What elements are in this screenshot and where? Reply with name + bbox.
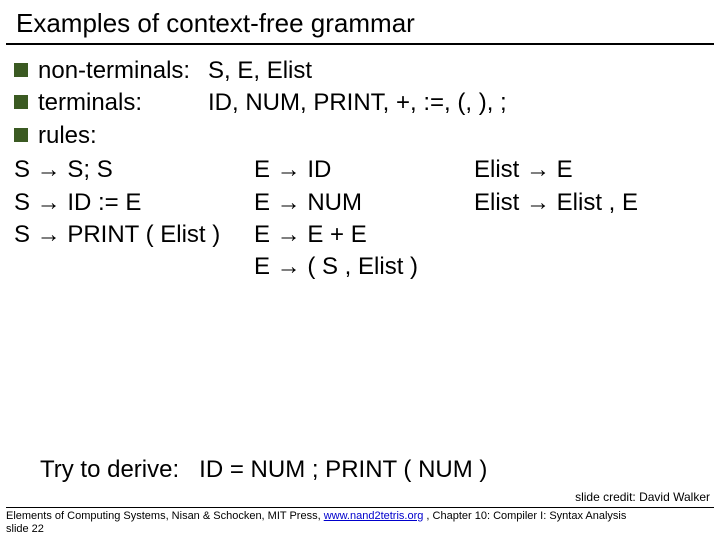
bullet-icon	[14, 63, 28, 77]
rule-line: S → PRINT ( Elist )	[14, 219, 254, 251]
terminals-label: terminals:	[38, 87, 208, 119]
rule-line: E → E + E	[254, 219, 474, 251]
slide-title: Examples of context-free grammar	[6, 0, 714, 45]
rules-col-s: S → S; S S → ID := E S → PRINT ( Elist )	[14, 154, 254, 284]
try-derive: Try to derive: ID = NUM ; PRINT ( NUM )	[40, 456, 487, 484]
bullet-rules: rules:	[14, 120, 706, 152]
footer-link[interactable]: www.nand2tetris.org	[324, 510, 424, 522]
bullet-nonterminals: non-terminals: S, E, Elist	[14, 55, 706, 87]
try-expression: ID = NUM ; PRINT ( NUM )	[199, 456, 487, 483]
bullet-icon	[14, 128, 28, 142]
footer-text-before: Elements of Computing Systems, Nisan & S…	[6, 510, 324, 522]
slide-body: non-terminals: S, E, Elist terminals: ID…	[0, 45, 720, 284]
slide: Examples of context-free grammar non-ter…	[0, 0, 720, 540]
rule-line: S → ID := E	[14, 187, 254, 219]
rule-line: Elist → E	[474, 154, 706, 186]
rule-line: E → ( S , Elist )	[254, 251, 474, 283]
rules-col-e: E → ID E → NUM E → E + E E → ( S , Elist…	[254, 154, 474, 284]
try-label: Try to derive:	[40, 456, 179, 483]
footer-text-after: , Chapter 10: Compiler I: Syntax Analysi…	[423, 510, 626, 522]
slide-credit: slide credit: David Walker	[575, 490, 710, 504]
rules-grid: S → S; S S → ID := E S → PRINT ( Elist )…	[14, 154, 706, 284]
rule-line: E → ID	[254, 154, 474, 186]
rule-line: S → S; S	[14, 154, 254, 186]
bullet-terminals: terminals: ID, NUM, PRINT, +, :=, (, ), …	[14, 87, 706, 119]
footer: Elements of Computing Systems, Nisan & S…	[6, 507, 714, 536]
slide-number: slide 22	[6, 523, 44, 535]
nonterminals-label: non-terminals:	[38, 55, 208, 87]
bullet-icon	[14, 95, 28, 109]
rule-line: E → NUM	[254, 187, 474, 219]
nonterminals-value: S, E, Elist	[208, 55, 706, 87]
terminals-value: ID, NUM, PRINT, +, :=, (, ), ;	[208, 87, 706, 119]
rules-col-elist: Elist → E Elist → Elist , E	[474, 154, 706, 284]
rule-line: Elist → Elist , E	[474, 187, 706, 219]
rules-label: rules:	[38, 120, 97, 152]
